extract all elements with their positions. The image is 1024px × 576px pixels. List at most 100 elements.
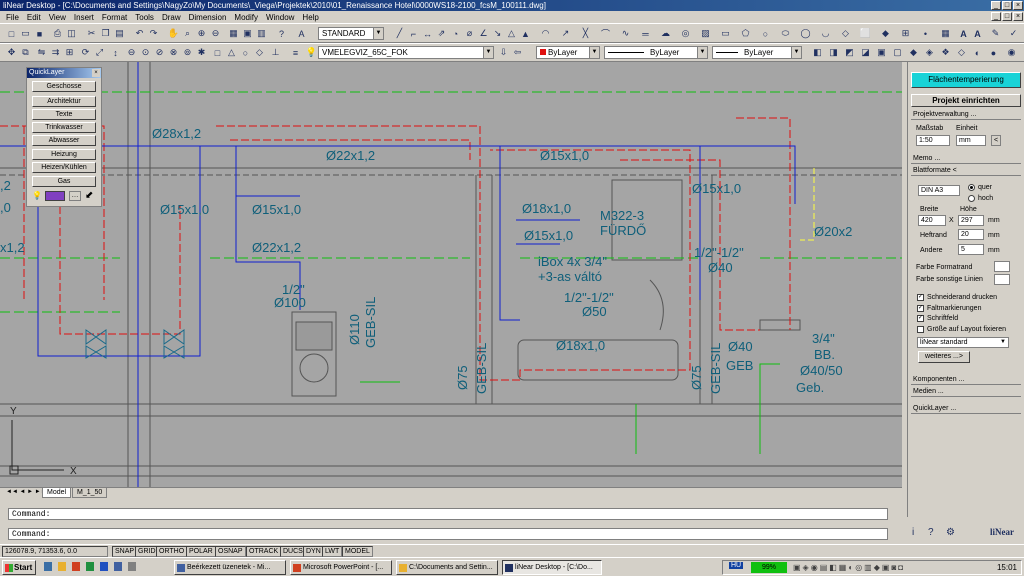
quicklaunch-excel-icon[interactable] [86,562,94,571]
donut-icon[interactable]: ◎ [680,28,691,39]
view-top-icon[interactable]: ◧ [812,47,823,58]
menu-tools[interactable]: Tools [131,13,158,22]
offset-icon[interactable]: ⇉ [50,47,61,58]
close-icon[interactable]: × [92,69,100,77]
preview-icon[interactable]: ◫ [66,28,77,39]
array-icon[interactable]: ⊞ [64,47,75,58]
quicklaunch-folder-icon[interactable] [58,562,66,571]
doc-close-button[interactable]: × [1013,12,1023,21]
linetype-select[interactable]: ByLayer ▼ [604,46,708,59]
designcenter-icon[interactable]: ▣ [242,28,253,39]
undo-icon[interactable]: ↶ [134,28,145,39]
quicklaunch-word-icon[interactable] [100,562,108,571]
osnap-end-icon[interactable]: □ [212,47,223,58]
open-icon[interactable]: ▭ [20,28,31,39]
shade-icon[interactable]: ◐ [972,47,983,58]
dim-radius-icon[interactable]: ◔ [450,28,461,39]
stretch-icon[interactable]: ↕ [110,47,121,58]
osnap-center-icon[interactable]: ○ [240,47,251,58]
mirror-icon[interactable]: ⇋ [36,47,47,58]
osnap-node-icon[interactable]: ◇ [254,47,265,58]
breite-input[interactable]: 420 [918,215,946,226]
zoom-realtime-icon[interactable]: ⌕ [182,28,193,39]
schneiderand-checkbox[interactable]: ✓ [917,294,924,301]
rectangle-icon[interactable]: ▭ [720,28,731,39]
ql-texte-button[interactable]: Texte [32,109,96,120]
rotate-icon[interactable]: ⟳ [80,47,91,58]
layer-select[interactable]: VMELEGVIZ_65C_FOK ▼ [318,46,494,59]
tab-model[interactable]: Model [42,488,72,498]
insert-block-icon[interactable]: ⊞ [900,28,911,39]
task-linear[interactable]: liNear Desktop - [C:\Do... [502,560,602,575]
polar-toggle[interactable]: POLAR [186,546,216,557]
layer-previous-icon[interactable]: ⇦ [512,47,523,58]
help-question-icon[interactable]: ? [928,527,934,538]
more-icon[interactable]: … [69,191,81,201]
snap-toggle[interactable]: SNAP [112,546,138,557]
view-iso4-icon[interactable]: ◇ [956,47,967,58]
pline2-icon[interactable]: ⌒ [600,28,611,39]
menu-window[interactable]: Window [262,13,298,22]
line-icon[interactable]: ╱ [394,28,405,39]
explode-icon[interactable]: ✱ [196,47,207,58]
tab-m-1-50[interactable]: M_1_50 [72,488,108,498]
triangle2-icon[interactable]: ▲ [520,28,531,39]
hoch-radio[interactable] [968,195,975,202]
spline-icon[interactable]: ∿ [620,28,631,39]
flaechentemperierung-button[interactable]: Flächentemperierung [911,72,1021,88]
language-indicator[interactable]: HU [729,562,744,569]
settings-icon[interactable]: ⚙ [946,527,955,538]
projektverwaltung-header[interactable]: Projektverwaltung ... [911,110,1021,120]
battery-indicator[interactable]: 99% [751,562,787,573]
osnap-mid-icon[interactable]: △ [226,47,237,58]
cut-icon[interactable]: ✂ [86,28,97,39]
ql-heizen-kuehlen-button[interactable]: Heizen/Kühlen [32,162,96,173]
ql-trinkwasser-button[interactable]: Trinkwasser [32,122,96,133]
table-icon[interactable]: ▦ [940,28,951,39]
osnap-toggle[interactable]: OSNAP [215,546,246,557]
quicklaunch-ie-icon[interactable] [44,562,52,571]
schriftfeld-checkbox[interactable]: ✓ [917,315,924,322]
layer-group-icon[interactable] [45,191,65,201]
region-icon[interactable]: ◇ [840,28,851,39]
view-bottom-icon[interactable]: ◨ [828,47,839,58]
menu-dimension[interactable]: Dimension [185,13,231,22]
dyn-toggle[interactable]: DYN [303,546,324,557]
paste-icon[interactable]: ▤ [114,28,125,39]
view-right-icon[interactable]: ◪ [860,47,871,58]
andere-input[interactable]: 5 [958,244,984,255]
fillet-icon[interactable]: ⊚ [182,47,193,58]
farbe-sonstige-swatch[interactable] [994,274,1010,285]
redo-icon[interactable]: ↷ [148,28,159,39]
blattformate-header[interactable]: Blattformate < [911,166,1021,176]
xline-icon[interactable]: ╳ [580,28,591,39]
task-powerpoint[interactable]: Microsoft PowerPoint - [... [290,560,392,575]
dim-aligned-icon[interactable]: ⇗ [436,28,447,39]
orbit-icon[interactable]: ◉ [1006,47,1017,58]
projekt-einrichten-button[interactable]: Projekt einrichten [911,94,1021,107]
block-icon[interactable]: ◆ [880,28,891,39]
circle-icon[interactable]: ○ [760,28,771,39]
menu-help[interactable]: Help [298,13,322,22]
polyline-icon[interactable]: ⌐ [408,28,419,39]
menu-file[interactable]: File [2,13,23,22]
format-select[interactable]: DIN A3 [918,185,960,196]
edit-text-icon[interactable]: ✎ [990,28,1001,39]
wipeout-icon[interactable]: ⬜ [860,28,871,39]
view-front-icon[interactable]: ▣ [876,47,887,58]
properties-icon[interactable]: ▦ [228,28,239,39]
ql-abwasser-button[interactable]: Abwasser [32,135,96,146]
quer-radio[interactable] [968,184,975,191]
view-iso2-icon[interactable]: ◈ [924,47,935,58]
quicklaunch-outlook-icon[interactable] [114,562,122,571]
start-button[interactable]: Start [2,560,36,575]
quicklayer-titlebar[interactable]: QuickLayer × [27,68,101,78]
ellipse-icon[interactable]: ⬭ [780,28,791,39]
toolpalette-icon[interactable]: ▥ [256,28,267,39]
break-icon[interactable]: ⊘ [154,47,165,58]
quicklaunch-app-icon[interactable] [128,562,136,571]
point-icon[interactable]: • [920,28,931,39]
medien-header[interactable]: Medien ... [911,387,1021,397]
revcloud-icon[interactable]: ☁ [660,28,671,39]
text-icon[interactable]: A [972,28,983,39]
